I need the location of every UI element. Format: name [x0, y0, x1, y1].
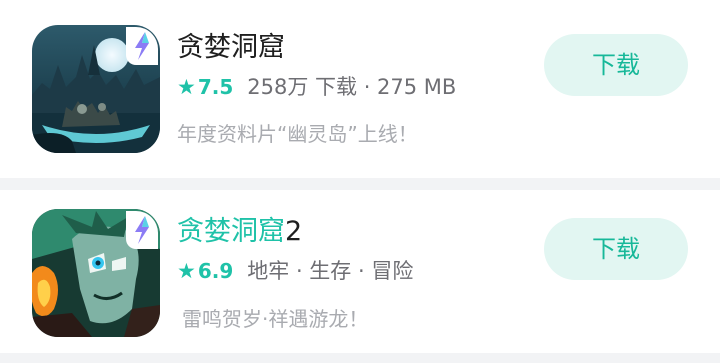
app-card[interactable]: 贪婪洞窟2 ★ 6.9 地牢 · 生存 · 冒险 雷鸣贺岁·祥遇游龙！ 下载	[0, 190, 720, 353]
rating-score: 7.5	[197, 75, 234, 99]
app-card[interactable]: 贪婪洞窟 ★ 7.5 258万 下载 · 275 MB 年度资料片“幽灵岛”上线…	[0, 0, 720, 178]
app-title-highlight: 贪婪洞窟	[177, 216, 285, 247]
lightning-bolt-icon	[126, 211, 158, 249]
lightning-bolt-icon	[126, 27, 158, 65]
app-title-suffix: 2	[285, 216, 303, 247]
star-icon: ★	[177, 75, 196, 99]
download-button[interactable]: 下载	[544, 218, 688, 280]
app-list: 贪婪洞窟 ★ 7.5 258万 下载 · 275 MB 年度资料片“幽灵岛”上线…	[0, 0, 720, 363]
app-meta-row: ★ 6.9 地牢 · 生存 · 冒险	[177, 256, 413, 286]
app-description: 年度资料片“幽灵岛”上线！	[177, 122, 418, 146]
app-title[interactable]: 贪婪洞窟	[177, 31, 285, 65]
download-button[interactable]: 下载	[544, 34, 688, 96]
app-description: 雷鸣贺岁·祥遇游龙！	[182, 307, 369, 331]
app-tags-text: 地牢 · 生存 · 冒险	[247, 259, 414, 283]
app-meta-row: ★ 7.5 258万 下载 · 275 MB	[177, 72, 456, 102]
app-meta-text: 258万 下载 · 275 MB	[247, 75, 457, 99]
rating-score: 6.9	[197, 259, 234, 283]
app-title[interactable]: 贪婪洞窟2	[177, 215, 302, 249]
star-icon: ★	[177, 259, 196, 283]
